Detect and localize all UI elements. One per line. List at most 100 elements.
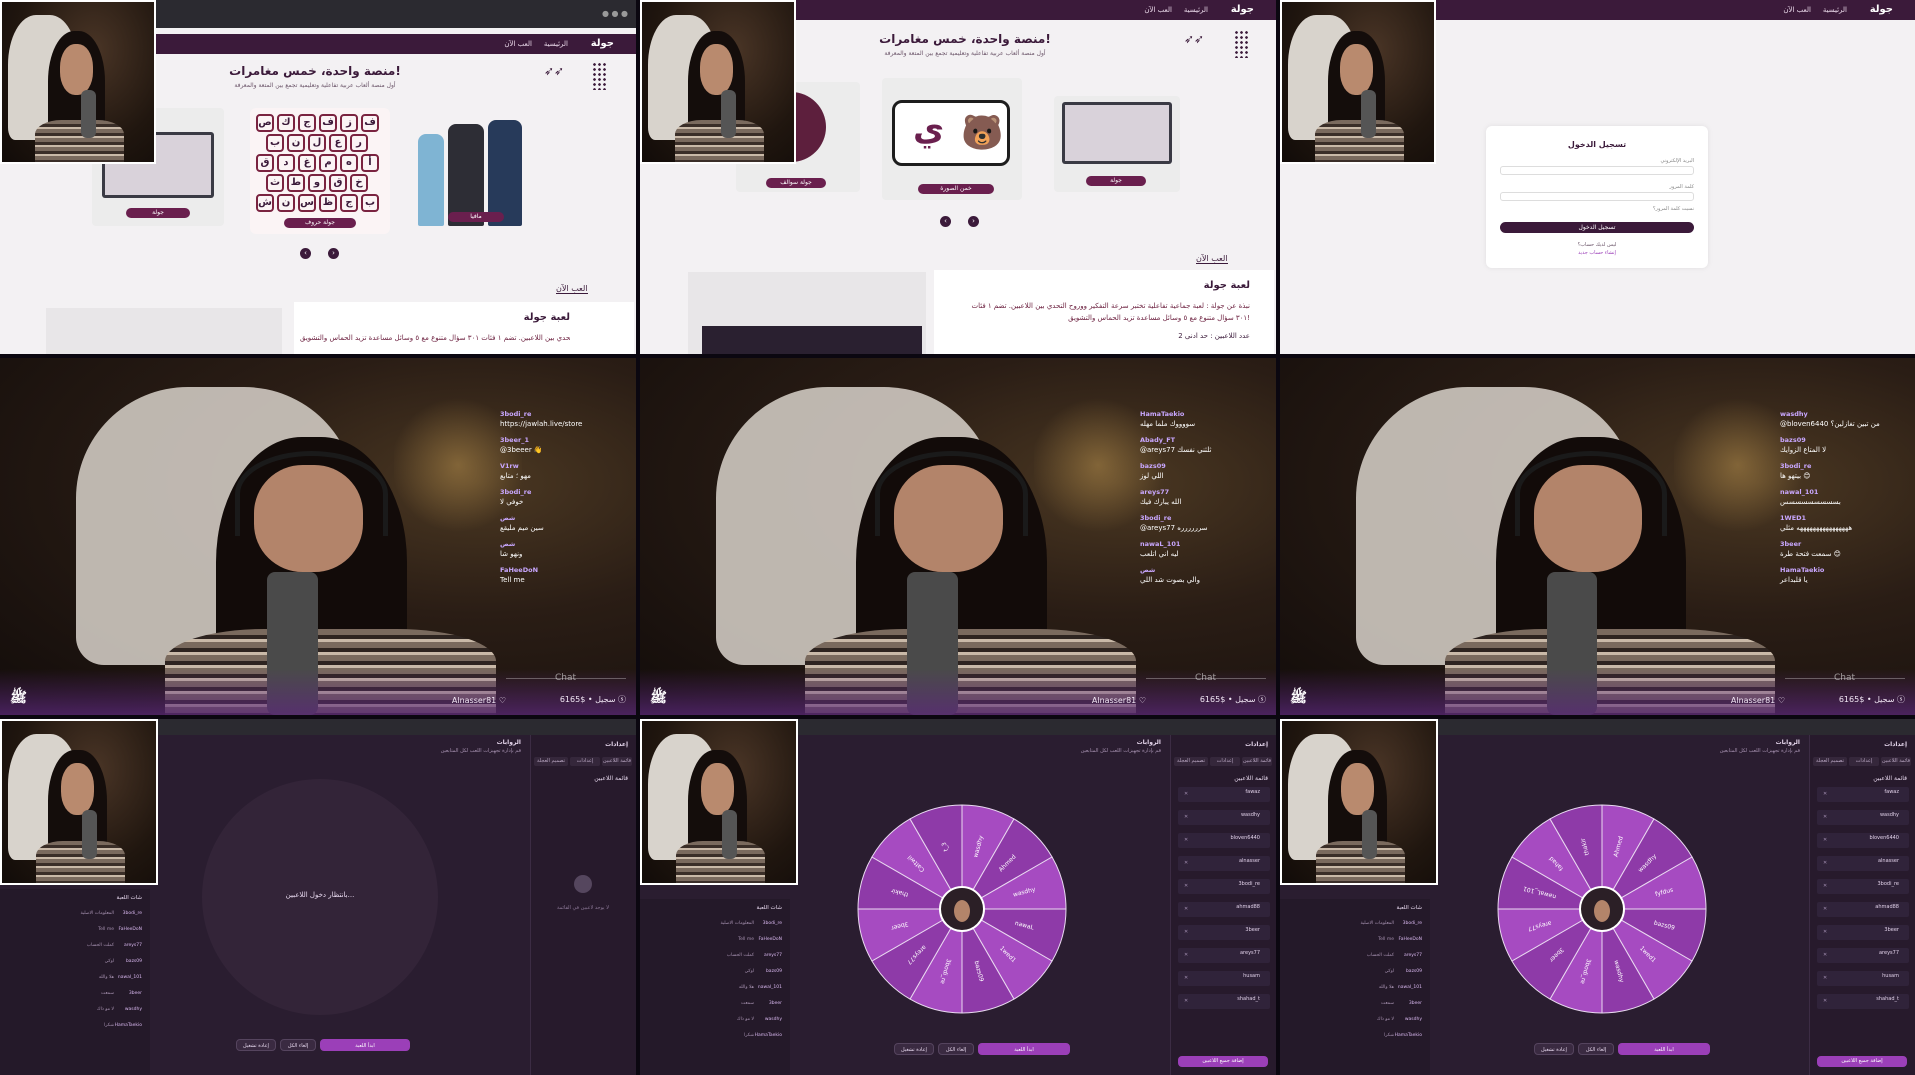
nav-play-link[interactable]: العب الآن — [504, 40, 532, 48]
remove-player-icon[interactable]: ✕ — [1184, 791, 1188, 797]
chat-username[interactable]: 3beer_1 — [500, 436, 610, 444]
remove-player-icon[interactable]: ✕ — [1823, 998, 1827, 1004]
clear-all-button[interactable]: إلغاء الكل — [938, 1043, 974, 1055]
remove-player-icon[interactable]: ✕ — [1823, 791, 1827, 797]
remove-player-icon[interactable]: ✕ — [1823, 860, 1827, 866]
clear-all-button[interactable]: إلغاء الكل — [280, 1039, 316, 1051]
card-round-button[interactable]: جولة — [126, 208, 190, 218]
player-row[interactable]: shahad_t ✕ — [1817, 994, 1909, 1009]
register-link[interactable]: إنشاء حساب جديد — [1486, 250, 1708, 256]
add-all-players-button[interactable]: إضافة جميع اللاعبين — [1178, 1056, 1268, 1067]
reset-button[interactable]: إعادة تشغيل — [1534, 1043, 1574, 1055]
chat-username[interactable]: 3bodi_re — [1780, 462, 1890, 470]
chat-username[interactable]: شص — [500, 540, 610, 548]
chat-username[interactable]: 3bodi_re — [1140, 514, 1250, 522]
chat-username[interactable]: HamaTaekio — [1780, 566, 1890, 574]
site-logo[interactable]: جولة — [591, 38, 614, 49]
chat-username[interactable]: HamaTaekio — [1140, 410, 1250, 418]
tab-settings[interactable]: إعدادات — [1210, 757, 1240, 766]
chat-username[interactable]: Abady_FT — [1140, 436, 1250, 444]
remove-player-icon[interactable]: ✕ — [1184, 906, 1188, 912]
login-button[interactable]: تسجيل الدخول — [1500, 222, 1694, 233]
nav-play-link[interactable]: العب الآن — [1144, 6, 1172, 14]
remove-player-icon[interactable]: ✕ — [1184, 929, 1188, 935]
card-guess-button[interactable]: خمن الصورة — [918, 184, 994, 194]
remove-player-icon[interactable]: ✕ — [1823, 975, 1827, 981]
chat-username[interactable]: wasdhy — [1780, 410, 1890, 418]
nav-home-link[interactable]: الرئيسية — [1823, 6, 1847, 14]
tab-settings[interactable]: إعدادات — [570, 757, 600, 766]
player-row[interactable]: husam ✕ — [1817, 971, 1909, 986]
carousel-next-arrow[interactable]: › — [968, 216, 979, 227]
remove-player-icon[interactable]: ✕ — [1823, 883, 1827, 889]
player-row[interactable]: alnasser ✕ — [1178, 856, 1270, 871]
reset-button[interactable]: إعادة تشغيل — [236, 1039, 276, 1051]
player-row[interactable]: bloven6440 ✕ — [1178, 833, 1270, 848]
carousel-prev-arrow[interactable]: ‹ — [940, 216, 951, 227]
tab-wheel-design[interactable]: تصميم العجلة — [1174, 757, 1208, 766]
carousel-prev-arrow[interactable]: ‹ — [300, 248, 311, 259]
tab-players[interactable]: قائمة اللاعبين — [602, 757, 632, 766]
chat-username[interactable]: 3bodi_re — [500, 410, 610, 418]
spin-wheel[interactable]: wasdhyAhmedwasdhynawaL1wed1bazs093bodi_r… — [856, 803, 1068, 1015]
remove-player-icon[interactable]: ✕ — [1823, 906, 1827, 912]
tab-players[interactable]: قائمة اللاعبين — [1242, 757, 1272, 766]
chat-username[interactable]: FaHeeDoN — [500, 566, 610, 574]
remove-player-icon[interactable]: ✕ — [1823, 952, 1827, 958]
email-field[interactable] — [1500, 166, 1694, 175]
tab-players[interactable]: قائمة اللاعبين — [1881, 757, 1911, 766]
nav-play-link[interactable]: العب الآن — [1783, 6, 1811, 14]
remove-player-icon[interactable]: ✕ — [1823, 929, 1827, 935]
chat-username[interactable]: nawal_101 — [1780, 488, 1890, 496]
site-logo[interactable]: جولة — [1870, 4, 1893, 15]
chat-username[interactable]: شص — [1140, 566, 1250, 574]
chat-username[interactable]: 3beer — [1780, 540, 1890, 548]
add-all-players-button[interactable]: إضافة جميع اللاعبين — [1817, 1056, 1907, 1067]
player-row[interactable]: bloven6440 ✕ — [1817, 833, 1909, 848]
remove-player-icon[interactable]: ✕ — [1184, 975, 1188, 981]
remove-player-icon[interactable]: ✕ — [1184, 883, 1188, 889]
chat-username[interactable]: nawaL_101 — [1140, 540, 1250, 548]
remove-player-icon[interactable]: ✕ — [1823, 814, 1827, 820]
player-row[interactable]: ahmad88 ✕ — [1817, 902, 1909, 917]
tab-wheel-design[interactable]: تصميم العجلة — [1813, 757, 1847, 766]
spin-wheel[interactable]: Ahmedwasdhyfyfdusbazs091wed1wasdhy3bodi_… — [1496, 803, 1708, 1015]
chat-username[interactable]: bazs09 — [1780, 436, 1890, 444]
player-row[interactable]: 3beer ✕ — [1817, 925, 1909, 940]
start-game-button[interactable]: ابدأ اللعبة — [978, 1043, 1070, 1055]
player-row[interactable]: ahmad88 ✕ — [1178, 902, 1270, 917]
nav-home-link[interactable]: الرئيسية — [544, 40, 568, 48]
start-game-button[interactable]: ابدأ اللعبة — [320, 1039, 410, 1051]
player-row[interactable]: 3bodi_re ✕ — [1178, 879, 1270, 894]
player-row[interactable]: wasdhy ✕ — [1178, 810, 1270, 825]
chat-username[interactable]: 1WED1 — [1780, 514, 1890, 522]
card-round[interactable]: جولة — [1054, 96, 1180, 192]
card-guess-picture[interactable]: ي 🐻 خمن الصورة — [882, 78, 1022, 200]
player-row[interactable]: fawaz ✕ — [1817, 787, 1909, 802]
chat-username[interactable]: V1rw — [500, 462, 610, 470]
clear-all-button[interactable]: إلغاء الكل — [1578, 1043, 1614, 1055]
player-row[interactable]: 3beer ✕ — [1178, 925, 1270, 940]
player-row[interactable]: 3bodi_re ✕ — [1817, 879, 1909, 894]
card-letters[interactable]: صكجفزفبنلعرقدغمهأثطوقخشنسظجب جولة حروف — [250, 108, 390, 234]
site-logo[interactable]: جولة — [1231, 4, 1254, 15]
remove-player-icon[interactable]: ✕ — [1184, 860, 1188, 866]
chat-username[interactable]: 3bodi_re — [500, 488, 610, 496]
card-round-button[interactable]: جولة — [1086, 176, 1146, 186]
player-row[interactable]: alnasser ✕ — [1817, 856, 1909, 871]
chat-username[interactable]: شص — [500, 514, 610, 522]
remove-player-icon[interactable]: ✕ — [1184, 952, 1188, 958]
player-row[interactable]: areys77 ✕ — [1817, 948, 1909, 963]
nav-home-link[interactable]: الرئيسية — [1184, 6, 1208, 14]
card-mafia[interactable]: مافيا — [408, 108, 548, 234]
card-trivia-button[interactable]: جولة سوالف — [766, 178, 826, 188]
remove-player-icon[interactable]: ✕ — [1184, 837, 1188, 843]
tab-wheel-design[interactable]: تصميم العجلة — [534, 757, 568, 766]
player-row[interactable]: husam ✕ — [1178, 971, 1270, 986]
remove-player-icon[interactable]: ✕ — [1184, 814, 1188, 820]
carousel-next-arrow[interactable]: › — [328, 248, 339, 259]
chat-username[interactable]: bazs09 — [1140, 462, 1250, 470]
forgot-password-link[interactable]: نسيت كلمة المرور؟ — [1653, 206, 1694, 212]
chat-username[interactable]: areys77 — [1140, 488, 1250, 496]
card-letters-button[interactable]: جولة حروف — [284, 218, 356, 228]
